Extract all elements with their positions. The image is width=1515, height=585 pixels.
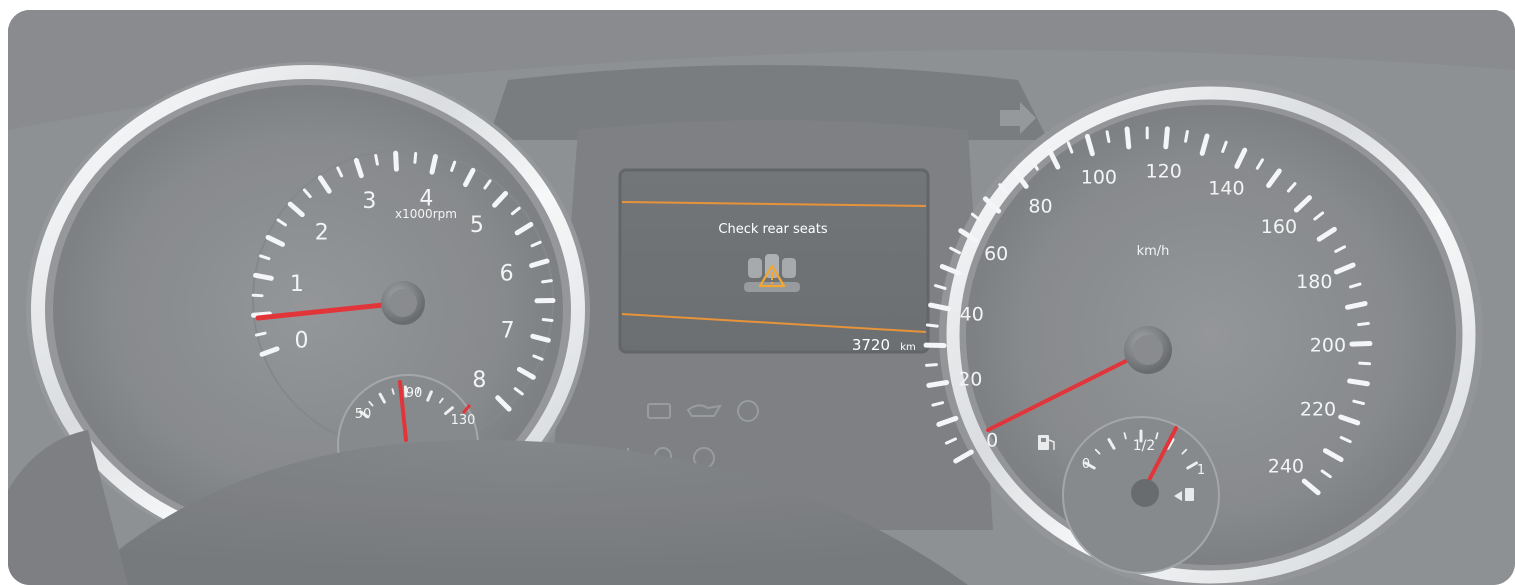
dashboard-photo: 012345678 x1000rpm 50 90 130 Check rear … [8,10,1515,585]
instrument-cluster-scene: 0123 45678 x1000rpm 50 90 130 Check rear … [8,10,1515,585]
